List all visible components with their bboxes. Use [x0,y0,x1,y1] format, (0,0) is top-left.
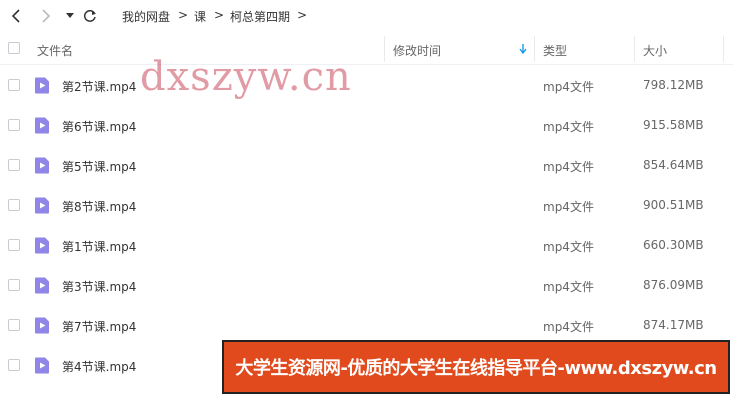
column-divider[interactable] [723,36,724,62]
file-size: 915.58MB [643,118,704,132]
video-file-icon [35,117,49,134]
chevron-right-icon [42,9,51,23]
file-name[interactable]: 第3节课.mp4 [62,278,136,295]
row-checkbox[interactable] [8,239,20,251]
sort-down-arrow-icon[interactable] [519,44,527,54]
navigation-bar: 我的网盘 > 课 > 柯总第四期 > [0,0,733,32]
file-name[interactable]: 第4节课.mp4 [62,358,136,375]
file-type: mp4文件 [543,280,594,294]
video-file-icon [35,317,49,334]
caret-down-icon [66,13,74,18]
file-size: 854.64MB [643,158,704,172]
row-checkbox[interactable] [8,199,20,211]
file-row[interactable]: 第8节课.mp4 mp4文件 900.51MB [0,185,733,225]
video-file-icon [35,277,49,294]
video-file-icon [35,77,49,94]
file-row[interactable]: 第7节课.mp4 mp4文件 874.17MB [0,305,733,345]
refresh-button[interactable] [80,6,100,26]
file-type: mp4文件 [543,200,594,214]
chevron-left-icon [11,9,20,23]
file-row[interactable]: 第1节课.mp4 mp4文件 660.30MB [0,225,733,265]
file-name[interactable]: 第7节课.mp4 [62,318,136,335]
row-checkbox[interactable] [8,119,20,131]
file-row[interactable]: 第6节课.mp4 mp4文件 915.58MB [0,105,733,145]
file-name[interactable]: 第1节课.mp4 [62,238,136,255]
column-divider[interactable] [634,36,635,62]
select-all-checkbox[interactable] [8,42,20,54]
file-type: mp4文件 [543,80,594,94]
file-list-header: 文件名 修改时间 类型 大小 [0,33,733,65]
refresh-icon [84,10,96,22]
promo-banner-text: 大学生资源网-优质的大学生在线指导平台-www.dxszyw.cn [235,358,717,379]
file-size: 874.17MB [643,318,704,332]
file-row[interactable]: 第5节课.mp4 mp4文件 854.64MB [0,145,733,185]
file-name[interactable]: 第5节课.mp4 [62,158,136,175]
promo-banner: 大学生资源网-优质的大学生在线指导平台-www.dxszyw.cn [222,340,730,394]
file-size: 900.51MB [643,198,704,212]
breadcrumb-separator: > [297,8,308,22]
file-type: mp4文件 [543,120,594,134]
file-type: mp4文件 [543,240,594,254]
row-checkbox[interactable] [8,359,20,371]
forward-button[interactable] [36,6,56,26]
file-size: 798.12MB [643,78,704,92]
column-header-type[interactable]: 类型 [543,42,567,59]
column-header-modified[interactable]: 修改时间 [393,42,441,59]
row-checkbox[interactable] [8,319,20,331]
file-size: 660.30MB [643,238,704,252]
video-file-icon [35,237,49,254]
breadcrumb-item-current-folder[interactable]: 柯总第四期 [230,8,290,25]
video-file-icon [35,197,49,214]
file-name[interactable]: 第8节课.mp4 [62,198,136,215]
back-button[interactable] [6,6,26,26]
row-checkbox[interactable] [8,79,20,91]
file-name[interactable]: 第2节课.mp4 [62,78,136,95]
column-divider[interactable] [384,36,385,62]
history-dropdown-button[interactable] [60,6,80,26]
column-header-size[interactable]: 大小 [643,42,667,59]
file-type: mp4文件 [543,160,594,174]
video-file-icon [35,357,49,374]
file-row[interactable]: 第2节课.mp4 mp4文件 798.12MB [0,65,733,105]
video-file-icon [35,157,49,174]
file-size: 876.09MB [643,278,704,292]
file-type: mp4文件 [543,320,594,334]
breadcrumb-item-my-netdisk[interactable]: 我的网盘 [122,8,170,25]
breadcrumb-separator: > [178,8,189,22]
breadcrumb-separator: > [214,8,225,22]
column-divider[interactable] [534,36,535,62]
file-row[interactable]: 第3节课.mp4 mp4文件 876.09MB [0,265,733,305]
file-name[interactable]: 第6节课.mp4 [62,118,136,135]
column-header-filename[interactable]: 文件名 [37,42,73,59]
breadcrumb-item-course[interactable]: 课 [194,8,206,25]
row-checkbox[interactable] [8,279,20,291]
row-checkbox[interactable] [8,159,20,171]
